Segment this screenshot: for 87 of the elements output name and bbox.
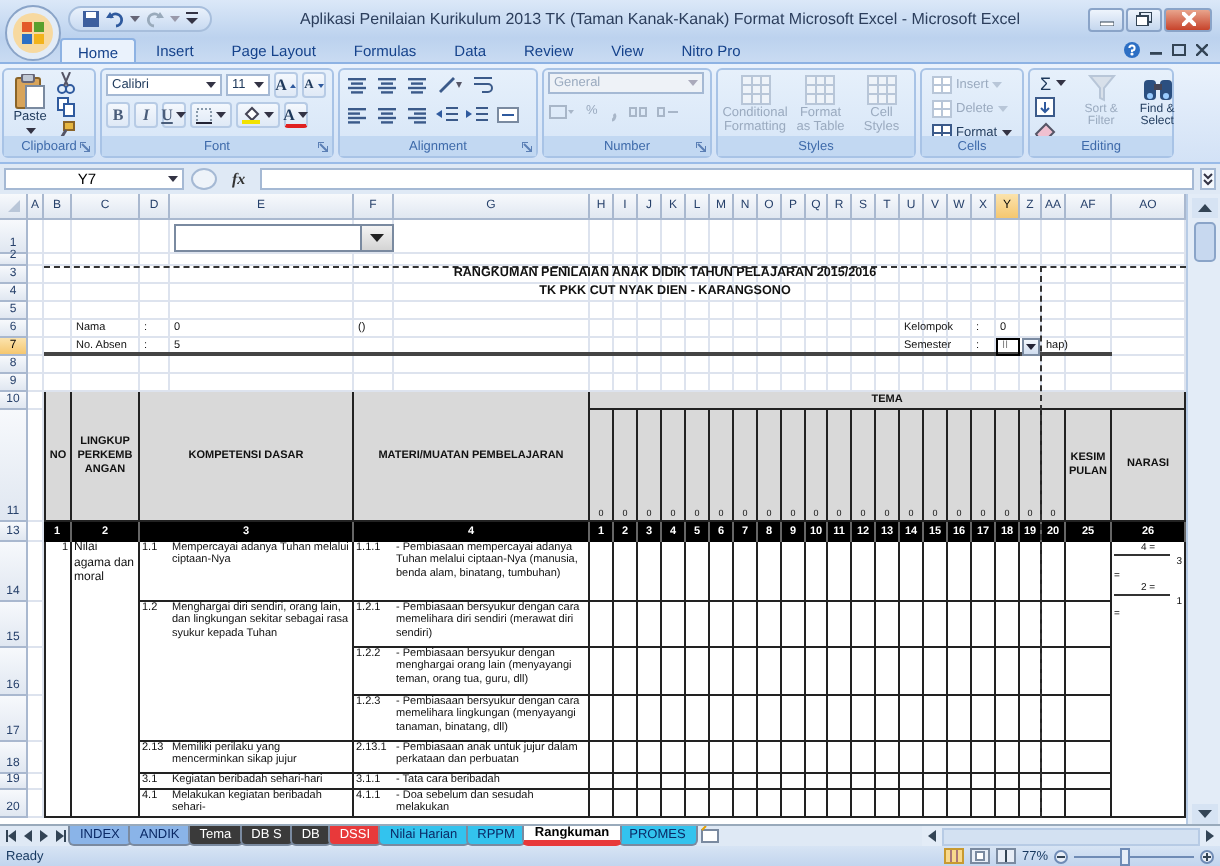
- scroll-left-icon[interactable]: [926, 830, 938, 842]
- merge-cells-icon[interactable]: [496, 104, 524, 126]
- caret-icon: [1055, 80, 1066, 86]
- caret-icon: [298, 111, 309, 117]
- dialog-launcher-icon[interactable]: [318, 142, 328, 152]
- caret-icon: [264, 112, 274, 118]
- cut-icon[interactable]: [56, 72, 76, 94]
- undo-icon[interactable]: [106, 10, 124, 28]
- font-color-button[interactable]: A: [284, 102, 308, 128]
- zoom-slider-thumb[interactable]: [1120, 847, 1131, 865]
- align-top-icon[interactable]: [346, 74, 368, 96]
- autosum-button[interactable]: Σ: [1034, 72, 1072, 94]
- down-arrow-icon: [317, 83, 324, 87]
- caret-icon: [170, 16, 180, 22]
- restore-icon: [1136, 12, 1152, 26]
- align-middle-icon[interactable]: [376, 74, 398, 96]
- scroll-down-icon[interactable]: [1191, 804, 1217, 824]
- last-sheet-icon[interactable]: [54, 830, 66, 842]
- corner-triangle-icon: [7, 200, 19, 212]
- save-icon[interactable]: [82, 10, 100, 28]
- copy-icon[interactable]: [56, 96, 76, 118]
- cell-styles-icon: [865, 74, 898, 106]
- dropdown-button[interactable]: [1022, 338, 1040, 356]
- wrap-text-icon[interactable]: [472, 74, 494, 96]
- dialog-launcher-icon[interactable]: [80, 142, 90, 152]
- caret-icon: [206, 82, 216, 88]
- insert-function-button[interactable]: fx: [224, 170, 254, 188]
- previous-sheet-icon[interactable]: [22, 830, 34, 842]
- caret-icon: [168, 176, 178, 182]
- caret-icon: [997, 105, 1008, 111]
- delete-cells-icon: [932, 99, 952, 117]
- align-center-icon[interactable]: [376, 104, 398, 126]
- scroll-up-icon[interactable]: [1191, 198, 1217, 218]
- horizontal-scrollbar[interactable]: [942, 827, 1200, 845]
- borders-button[interactable]: [190, 102, 232, 128]
- binoculars-icon: [1141, 74, 1174, 102]
- maximize-button[interactable]: [1126, 7, 1162, 31]
- sort-filter-icon: [1085, 74, 1118, 102]
- scroll-right-icon[interactable]: [1204, 830, 1216, 842]
- next-sheet-icon[interactable]: [38, 830, 50, 842]
- up-arrow-icon: [290, 83, 297, 87]
- expand-icon[interactable]: [1200, 168, 1216, 190]
- underline-button[interactable]: U: [162, 102, 186, 128]
- text-orientation-icon[interactable]: [436, 74, 464, 96]
- help-icon[interactable]: [1124, 42, 1140, 58]
- insert-sheet-icon[interactable]: [697, 826, 722, 844]
- clipboard-icon: [14, 74, 46, 110]
- paint-bucket-icon: [242, 106, 260, 124]
- dropdown-field[interactable]: [174, 224, 394, 252]
- borders-icon: [196, 107, 212, 123]
- caret-icon: [1026, 344, 1036, 350]
- grip-icon[interactable]: [190, 168, 218, 190]
- align-left-icon[interactable]: [346, 104, 368, 126]
- caret-icon: [254, 82, 264, 88]
- fill-down-icon[interactable]: [1034, 96, 1058, 118]
- caret-icon: [688, 80, 698, 86]
- customize-icon[interactable]: [186, 12, 198, 26]
- bold-button[interactable]: B: [106, 102, 130, 128]
- close-icon[interactable]: [1196, 44, 1208, 56]
- fill-color-button[interactable]: [236, 102, 280, 128]
- page-break-icon[interactable]: [995, 848, 1016, 864]
- close-icon: [1181, 12, 1195, 26]
- conditional-formatting-icon: [739, 74, 771, 106]
- caret-icon: [370, 234, 384, 242]
- decrease-indent-icon[interactable]: [436, 104, 458, 126]
- align-right-icon[interactable]: [406, 104, 428, 126]
- italic-button[interactable]: I: [134, 102, 158, 128]
- caret-icon: [130, 16, 140, 22]
- dialog-launcher-icon[interactable]: [522, 142, 532, 152]
- grow-font-button[interactable]: A: [274, 72, 298, 98]
- restore-icon[interactable]: [1172, 44, 1186, 56]
- insert-cells-icon: [932, 75, 952, 93]
- dialog-launcher-icon[interactable]: [696, 142, 706, 152]
- increase-indent-icon[interactable]: [466, 104, 488, 126]
- formula-input[interactable]: [259, 168, 1194, 190]
- table-grid-icon: [804, 74, 837, 106]
- zoom-in-icon[interactable]: [1200, 849, 1214, 863]
- first-sheet-icon[interactable]: [6, 830, 18, 842]
- caret-icon: [992, 81, 1003, 87]
- align-bottom-icon[interactable]: [406, 74, 428, 96]
- close-button[interactable]: [1164, 7, 1212, 31]
- zoom-out-icon[interactable]: [1054, 849, 1068, 863]
- caret-icon: [216, 112, 226, 118]
- caret-icon: [176, 112, 187, 118]
- window-title: Aplikasi Penilaian Kurikulum 2013 TK (Taman Kanak-Kanak) Format Microsoft Excel - Microsoft Excel: [298, 10, 1022, 28]
- format-painter-icon[interactable]: [56, 120, 76, 142]
- scroll-thumb-icon[interactable]: [1193, 222, 1215, 262]
